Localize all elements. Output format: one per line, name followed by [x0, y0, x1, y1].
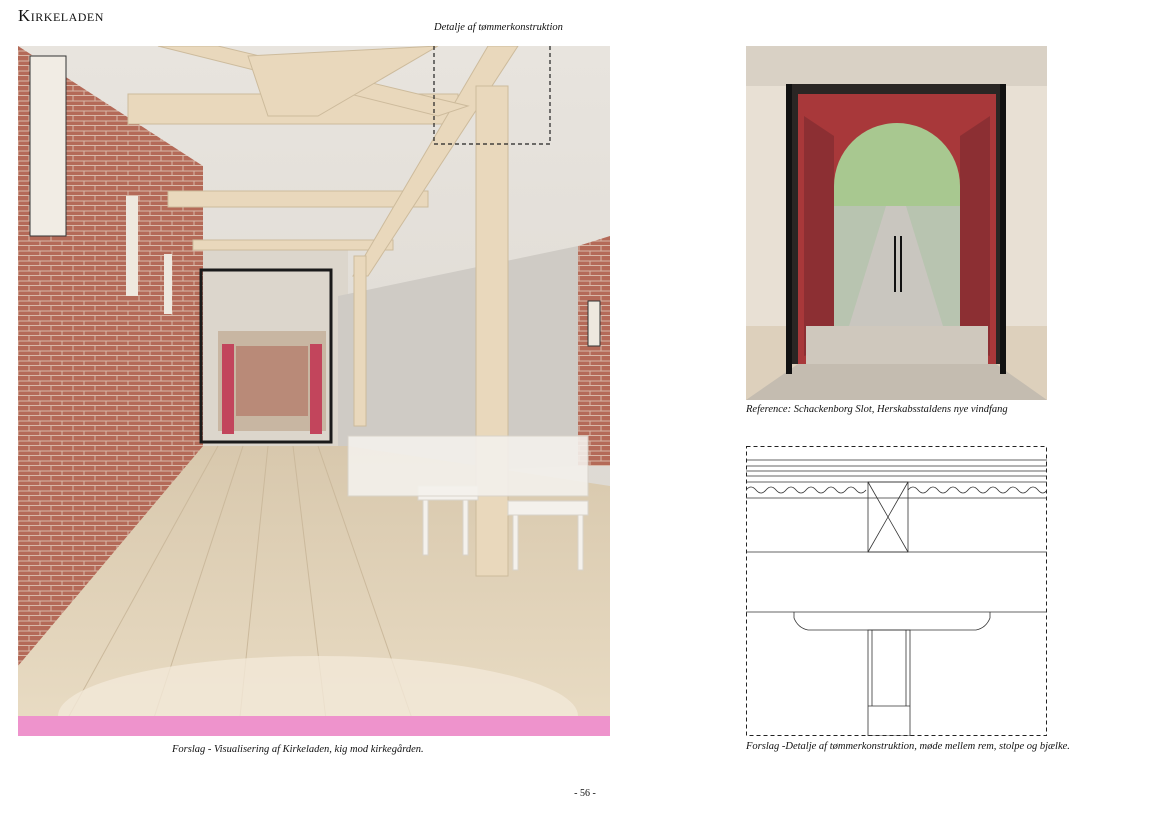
page-number: - 56 -: [574, 788, 596, 799]
detail-label: Detalje af tømmerkonstruktion: [434, 22, 563, 33]
photo-caption: Reference: Schackenborg Slot, Herskabsst…: [746, 404, 1008, 415]
section-title: Kirkeladen: [18, 6, 104, 25]
drawing-caption: Forslag -Detalje af tømmerkonstruktion, …: [746, 741, 1070, 752]
timber-detail-drawing: [745, 446, 1048, 737]
render-caption: Forslag - Visualisering af Kirkeladen, k…: [172, 744, 424, 755]
interior-visualization: [18, 46, 610, 736]
reference-photo: [746, 46, 1047, 400]
